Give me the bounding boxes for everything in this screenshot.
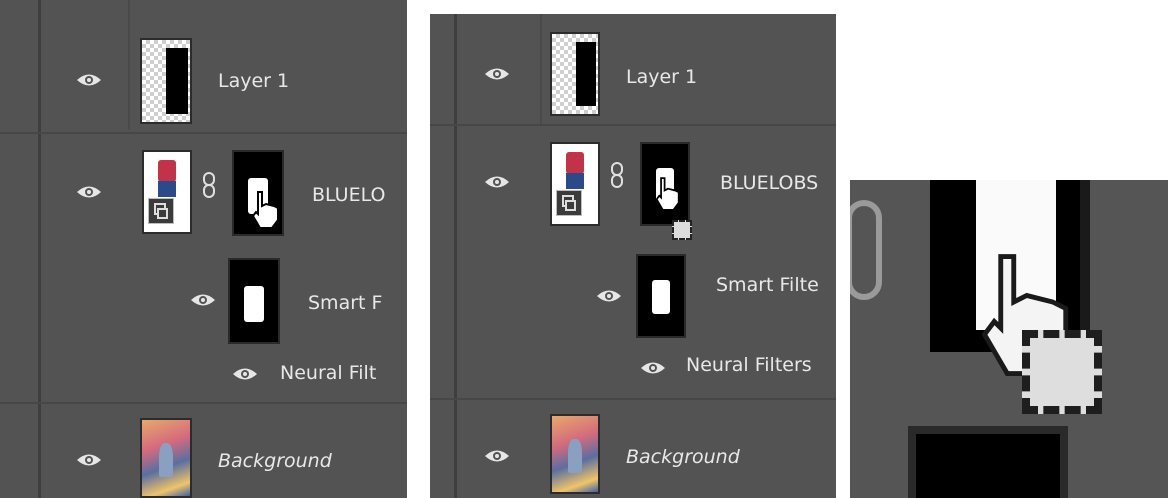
- eye-icon[interactable]: [484, 174, 510, 190]
- eye-icon[interactable]: [484, 448, 510, 464]
- eye-icon[interactable]: [232, 366, 258, 382]
- layer-row-background[interactable]: Background: [430, 400, 836, 498]
- layer-name[interactable]: Layer 1: [218, 70, 289, 92]
- mask-white-area: [652, 280, 670, 314]
- layer-thumbnail: [550, 32, 600, 116]
- smart-filter-mask-thumbnail: [908, 426, 1068, 498]
- layers-panel-left: Layer 1 BLUELO Smart F Neural Filt Backg…: [0, 0, 407, 498]
- eye-icon[interactable]: [596, 288, 622, 304]
- smart-filters-label[interactable]: Smart Filte: [716, 274, 819, 296]
- smart-object-thumbnail: [550, 142, 600, 226]
- drag-copy-box-icon: [672, 220, 692, 240]
- background-thumbnail: [140, 418, 192, 498]
- thumbnail-figure: [158, 442, 174, 477]
- layer-name[interactable]: Background: [626, 446, 740, 468]
- hand-pointer-cursor-icon: [655, 177, 680, 211]
- eye-icon[interactable]: [76, 184, 102, 200]
- layers-panel-right: Layer 1 BLUELOBS Smart Filte Neural Filt…: [430, 14, 836, 498]
- thumbnail-subject-body: [565, 172, 585, 189]
- background-thumbnail: [550, 414, 600, 494]
- smart-filters-label[interactable]: Smart F: [308, 292, 382, 314]
- thumbnail-subject: [157, 160, 177, 183]
- chain-link-icon[interactable]: [202, 172, 216, 198]
- eye-icon[interactable]: [76, 452, 102, 468]
- smart-filter-mask-thumbnail[interactable]: [636, 254, 686, 338]
- chain-link-icon[interactable]: [610, 162, 624, 188]
- smart-object-badge-icon: [556, 190, 582, 216]
- layer-name[interactable]: Layer 1: [626, 66, 697, 88]
- smart-filter-mask-thumbnail[interactable]: [228, 258, 280, 344]
- thumbnail-subject: [565, 152, 585, 175]
- layer-thumbnail: [140, 38, 192, 124]
- smart-object-thumbnail: [142, 150, 192, 234]
- thumbnail-figure: [568, 438, 582, 473]
- eye-icon[interactable]: [76, 72, 102, 88]
- neural-filters-label[interactable]: Neural Filt: [280, 362, 376, 384]
- drag-copy-box-icon: [1022, 330, 1102, 414]
- layer-thumbnail-content: [166, 48, 188, 114]
- hand-pointer-cursor-icon: [251, 191, 279, 229]
- eye-icon[interactable]: [640, 360, 666, 376]
- chain-link-icon: [850, 200, 882, 300]
- mask-white-area: [244, 286, 264, 322]
- thumbnail-subject-body: [157, 180, 177, 197]
- layer-row-smart-object[interactable]: BLUELO Smart F Neural Filt: [0, 134, 407, 404]
- eye-icon[interactable]: [484, 66, 510, 82]
- layer-row-layer1[interactable]: Layer 1: [430, 14, 836, 126]
- layer-row-background[interactable]: Background: [0, 404, 407, 498]
- layer-name[interactable]: BLUELO: [312, 184, 385, 206]
- layer-row-smart-object[interactable]: BLUELOBS Smart Filte Neural Filters: [430, 126, 836, 400]
- zoom-inset: [850, 180, 1168, 498]
- eye-icon[interactable]: [190, 292, 216, 308]
- smart-object-badge-icon: [148, 198, 174, 224]
- layer-name[interactable]: Background: [218, 450, 332, 472]
- layer-row-layer1[interactable]: Layer 1: [0, 0, 407, 134]
- neural-filters-label[interactable]: Neural Filters: [686, 354, 812, 376]
- layer-name[interactable]: BLUELOBS: [720, 172, 818, 194]
- layer-thumbnail-content: [576, 42, 596, 106]
